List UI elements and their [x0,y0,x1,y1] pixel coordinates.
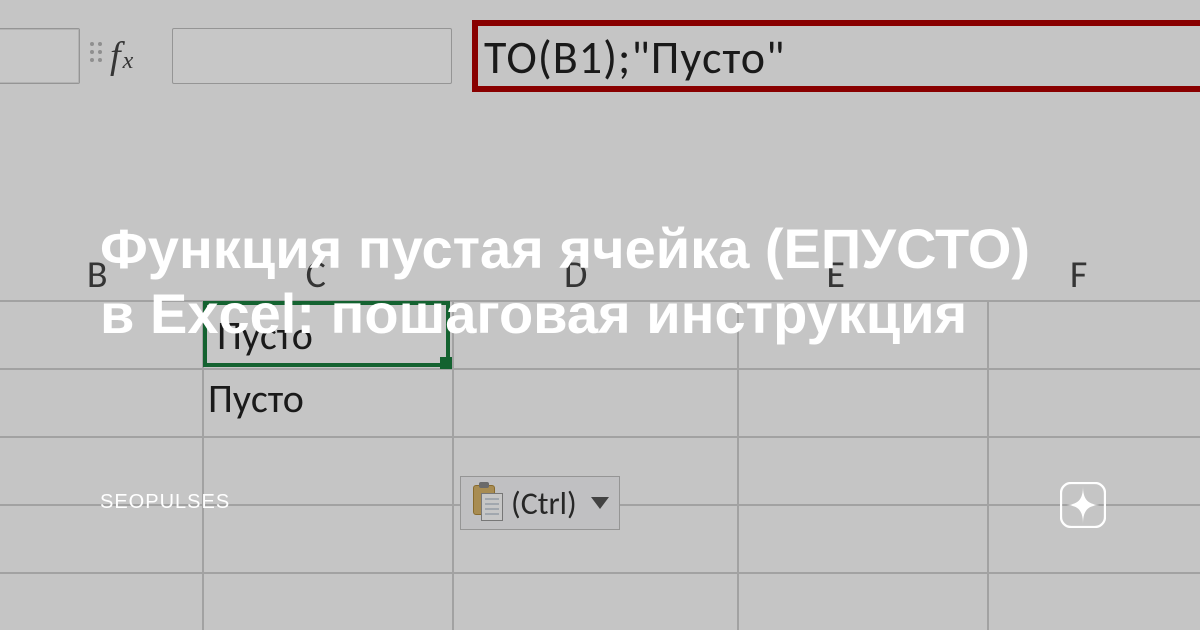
grid-vline [987,300,989,630]
grid-row [0,300,1200,368]
formula-text: ТО(B1);"Пусто" [484,30,785,86]
cell-c2[interactable]: Пусто [208,374,304,423]
col-header-b[interactable]: B [0,250,194,300]
paste-options-button[interactable]: (Ctrl) [460,476,620,530]
paste-label: (Ctrl) [511,484,577,523]
formula-bar: f x ТО(B1);"Пусто" [0,28,1200,108]
fx-f: f [110,34,121,78]
active-cell-value: Пусто [207,305,446,360]
formula-input[interactable] [172,28,452,84]
col-header-e[interactable]: E [714,250,957,300]
grid-vline [452,300,454,630]
drag-handle-icon[interactable] [90,42,102,70]
col-header-d[interactable]: D [437,250,714,300]
col-header-c[interactable]: C [194,250,437,300]
fill-handle[interactable] [440,357,452,369]
col-header-f[interactable]: F [957,250,1200,300]
name-box[interactable] [0,28,80,84]
chevron-down-icon [591,497,609,509]
grid-row [0,572,1200,630]
grid-vline [737,300,739,630]
canvas: f x ТО(B1);"Пусто" B C D E F Пусто Пусто… [0,0,1200,630]
grid-row [0,368,1200,436]
column-headers: B C D E F [0,250,1200,300]
grid[interactable] [0,300,1200,630]
active-cell[interactable]: Пусто [203,301,450,367]
fx-x: x [123,48,134,75]
clipboard-icon [471,485,503,521]
fx-button[interactable]: f x [110,34,160,78]
